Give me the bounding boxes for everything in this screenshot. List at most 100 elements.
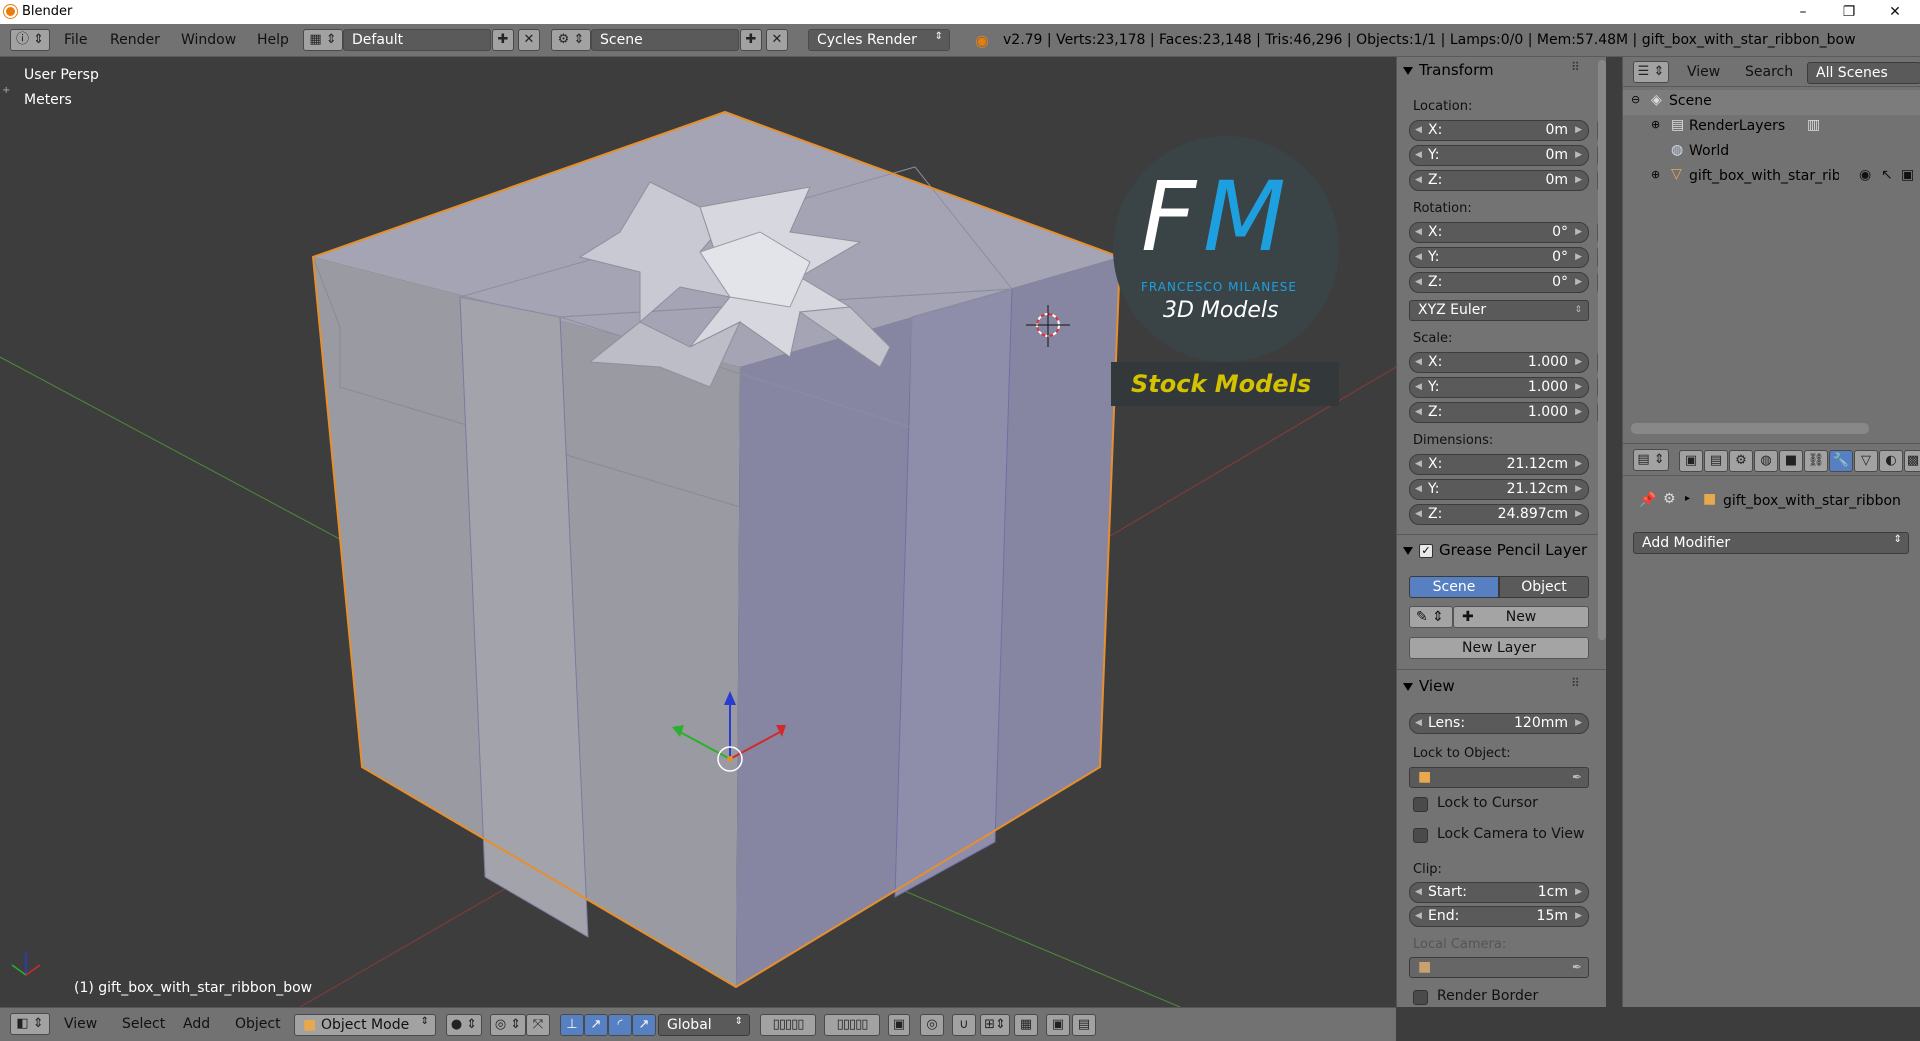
dimensions-y-field[interactable]: ◀ Y: 21.12cm ▶ — [1409, 479, 1589, 500]
view-panel-header[interactable]: View — [1403, 677, 1455, 695]
snap-element-select[interactable]: ⊞⇕ — [980, 1014, 1010, 1036]
outliner-row-object[interactable]: ⊕ ▽ gift_box_with_star_ribb ◉ ↖ ▣ — [1623, 165, 1920, 190]
menu-object[interactable]: Object — [235, 1016, 281, 1032]
drag-handle-icon[interactable]: ⠿ — [1571, 60, 1580, 74]
location-y-field[interactable]: ◀ Y: 0m ▶ — [1409, 145, 1589, 166]
dimensions-z-field[interactable]: ◀ Z: 24.897cm ▶ — [1409, 504, 1589, 525]
editor-type-3dview-button[interactable]: ◧ ⇕ — [10, 1013, 50, 1035]
menu-select[interactable]: Select — [122, 1016, 165, 1032]
menu-add[interactable]: Add — [183, 1016, 210, 1032]
lock-camera-layers-button[interactable]: ▣ — [888, 1014, 910, 1036]
scene-tab-icon[interactable]: ⚙ — [1729, 450, 1753, 472]
menu-window[interactable]: Window — [181, 32, 236, 48]
gp-scene-tab[interactable]: Scene — [1409, 576, 1499, 598]
viewport-shading-button[interactable]: ● ⇕ — [446, 1014, 482, 1036]
add-screen-button[interactable]: ✚ — [492, 29, 514, 51]
editor-type-outliner-button[interactable]: ☰ ⇕ — [1633, 61, 1669, 83]
expand-icon[interactable]: ⊕ — [1651, 118, 1660, 131]
scene-browse-button[interactable]: ⚙ ⇕ — [551, 29, 591, 51]
scene-field[interactable]: Scene — [591, 29, 739, 51]
transform-orientation-select[interactable]: Global ⇕ — [658, 1014, 750, 1036]
rotation-x-field[interactable]: ◀ X: 0° ▶ — [1409, 222, 1589, 243]
interaction-mode-select[interactable]: ■ Object Mode ⇕ — [294, 1014, 436, 1036]
lock-camera-checkbox[interactable] — [1413, 828, 1428, 843]
rotation-y-field[interactable]: ◀ Y: 0° ▶ — [1409, 247, 1589, 268]
constraints-tab-icon[interactable]: ⛓ — [1804, 450, 1828, 472]
lock-object-field[interactable]: ■ ✒ — [1409, 767, 1589, 788]
scale-manipulator-button[interactable]: ◜ — [608, 1014, 632, 1036]
scale-x-field[interactable]: ◀ X: 1.000 ▶ — [1409, 352, 1589, 373]
material-tab-icon[interactable]: ◐ — [1879, 450, 1903, 472]
rotation-mode-select[interactable]: XYZ Euler ⇕ — [1409, 300, 1589, 321]
opengl-render-animation-button[interactable]: ▤ — [1072, 1014, 1096, 1036]
menu-help[interactable]: Help — [257, 32, 289, 48]
orientation-icon-button[interactable]: ↗ — [632, 1014, 656, 1036]
drag-handle-icon[interactable]: ⠿ — [1571, 676, 1580, 690]
local-camera-field[interactable]: ■ ✒ — [1409, 957, 1589, 978]
lock-cursor-checkbox[interactable] — [1413, 797, 1428, 812]
render-border-checkbox[interactable] — [1413, 990, 1428, 1005]
display-mode-select[interactable]: All Scenes — [1807, 62, 1920, 84]
object-breadcrumb[interactable]: gift_box_with_star_ribbon — [1723, 493, 1901, 509]
pivot-point-button[interactable]: ◎ ⇕ — [490, 1014, 526, 1036]
gp-object-tab[interactable]: Object — [1499, 576, 1589, 598]
eye-icon[interactable]: ◉ — [1859, 167, 1871, 183]
menu-file[interactable]: File — [64, 32, 87, 48]
delete-scene-button[interactable]: ✕ — [766, 29, 788, 51]
menu-view[interactable]: View — [64, 1016, 97, 1032]
toolshelf-toggle[interactable]: + — [2, 85, 10, 96]
pin-icon[interactable]: 📌 — [1639, 492, 1656, 508]
dimensions-x-field[interactable]: ◀ X: 21.12cm ▶ — [1409, 454, 1589, 475]
add-scene-button[interactable]: ✚ — [740, 29, 762, 51]
screen-layout-field[interactable]: Default — [343, 29, 491, 51]
delete-screen-button[interactable]: ✕ — [518, 29, 540, 51]
3d-viewport[interactable]: User Persp Meters (1) gift_box_with_star… — [0, 57, 1396, 1007]
scale-y-field[interactable]: ◀ Y: 1.000 ▶ — [1409, 377, 1589, 398]
texture-tab-icon[interactable]: ▩ — [1904, 450, 1920, 472]
render-layers-tab-icon[interactable]: ▤ — [1704, 450, 1728, 472]
location-z-field[interactable]: ◀ Z: 0m ▶ — [1409, 170, 1589, 191]
gp-new-button[interactable]: ✚ New — [1453, 606, 1589, 628]
render-tab-icon[interactable]: ▣ — [1679, 450, 1703, 472]
scene-layers-row1[interactable]: ▯▯▯▯▯ — [760, 1014, 816, 1036]
scene-layers-row2[interactable]: ▯▯▯▯▯ — [824, 1014, 880, 1036]
outliner-search-menu[interactable]: Search — [1745, 64, 1793, 80]
gp-browse-button[interactable]: ✎ ⇕ — [1409, 606, 1453, 628]
modifiers-wrench-icon[interactable]: 🔧 — [1829, 450, 1853, 472]
outliner-row-scene[interactable]: ⊖ ◈ Scene — [1623, 90, 1920, 115]
clip-end-field[interactable]: ◀ End: 15m ▶ — [1409, 906, 1589, 927]
gp-new-layer-button[interactable]: New Layer — [1409, 637, 1589, 659]
opengl-render-button[interactable]: ▣ — [1046, 1014, 1070, 1036]
data-tab-icon[interactable]: ▽ — [1854, 450, 1878, 472]
transform-header[interactable]: Transform — [1403, 61, 1494, 79]
minimize-button[interactable]: – — [1780, 0, 1826, 24]
rotate-manipulator-button[interactable]: ↗ — [584, 1014, 608, 1036]
collapse-icon[interactable]: ⊖ — [1631, 93, 1640, 106]
maximize-button[interactable]: ❐ — [1826, 0, 1872, 24]
outliner-scrollbar[interactable] — [1631, 423, 1869, 434]
expand-icon[interactable]: ⊕ — [1651, 168, 1660, 181]
scale-z-field[interactable]: ◀ Z: 1.000 ▶ — [1409, 402, 1589, 423]
screen-layout-button[interactable]: ▦ ⇕ — [303, 29, 343, 51]
close-button[interactable]: ✕ — [1872, 0, 1918, 24]
location-x-field[interactable]: ◀ X: 0m ▶ — [1409, 120, 1589, 141]
proportional-edit-button[interactable]: ◎ — [920, 1014, 944, 1036]
world-tab-icon[interactable]: ◍ — [1754, 450, 1778, 472]
render-camera-icon[interactable]: ▣ — [1901, 167, 1914, 183]
translate-manipulator-button[interactable]: ⊥ — [560, 1014, 584, 1036]
snap-target-button[interactable]: ▦ — [1014, 1014, 1038, 1036]
editor-type-properties-button[interactable]: ▤ ⇕ — [1633, 449, 1669, 471]
object-tab-icon[interactable]: ■ — [1779, 450, 1803, 472]
editor-type-info-button[interactable]: ⓘ ⇕ — [10, 29, 50, 51]
manipulator-toggle[interactable]: ⤧ — [526, 1014, 550, 1036]
render-engine-select[interactable]: Cycles Render ⇕ — [808, 29, 950, 51]
menu-render[interactable]: Render — [110, 32, 160, 48]
cursor-select-icon[interactable]: ↖ — [1881, 167, 1893, 183]
grease-pencil-header[interactable]: ✓ Grease Pencil Layer — [1403, 541, 1606, 559]
properties-scrollbar[interactable] — [1598, 60, 1606, 640]
outliner-view-menu[interactable]: View — [1687, 64, 1720, 80]
outliner-row-renderlayers[interactable]: ⊕ ▤ RenderLayers ▥ — [1623, 115, 1920, 140]
snap-toggle-button[interactable]: ∪ — [952, 1014, 976, 1036]
lens-field[interactable]: ◀ Lens: 120mm ▶ — [1409, 713, 1589, 734]
add-modifier-select[interactable]: Add Modifier ⇕ — [1633, 532, 1909, 554]
